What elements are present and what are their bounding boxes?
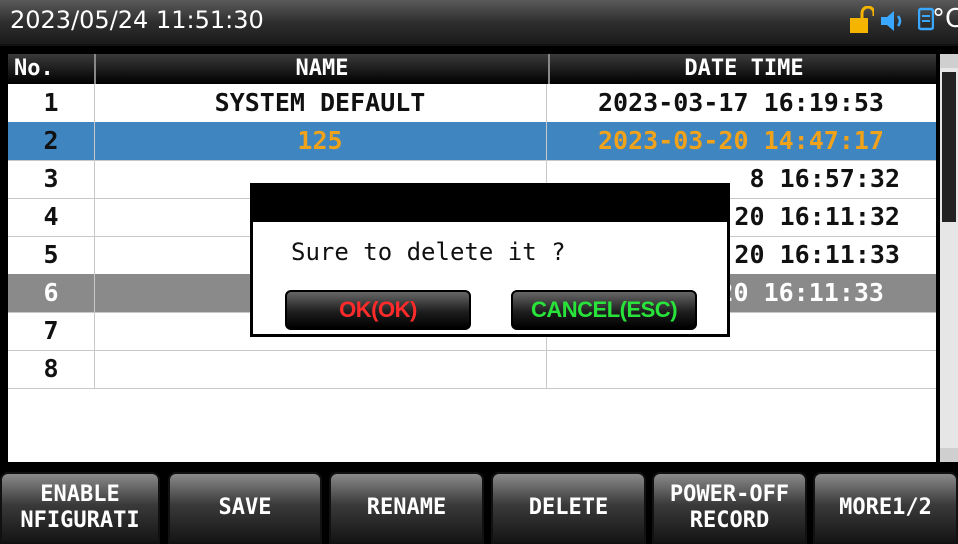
scroll-down-arrow-icon[interactable] <box>940 448 958 462</box>
row-number: 6 <box>8 274 95 312</box>
ok-button[interactable]: OK(OK) <box>285 290 471 330</box>
row-number: 2 <box>8 122 95 160</box>
table-row-selected[interactable]: 2 125 2023-03-20 14:47:17 <box>8 122 936 161</box>
dialog-message: Sure to delete it ? <box>291 238 566 266</box>
more-button[interactable]: MORE1/2 <box>813 472 958 544</box>
table-row[interactable]: 1 SYSTEM DEFAULT 2023-03-17 16:19:53 <box>8 84 936 123</box>
row-number: 4 <box>8 198 95 236</box>
row-datetime: 2023-03-17 16:19:53 <box>598 88 884 117</box>
enable-configuration-button[interactable]: ENABLE NFIGURATI <box>0 472 160 544</box>
row-number: 8 <box>8 350 95 388</box>
function-bar: ENABLE NFIGURATI SAVE RENAME DELETE POWE… <box>0 468 958 544</box>
temperature-unit: °C <box>932 4 958 34</box>
status-bar: 2023/05/24 11:51:30 °C <box>0 0 958 46</box>
column-header-name: NAME <box>94 54 548 84</box>
row-datetime: 2023-03-20 14:47:17 <box>598 126 884 155</box>
row-number: 1 <box>8 84 95 122</box>
button-label: POWER-OFF RECORD <box>669 482 790 533</box>
power-off-record-button[interactable]: POWER-OFF RECORD <box>652 472 807 544</box>
cancel-button[interactable]: CANCEL(ESC) <box>511 290 697 330</box>
button-label: RENAME <box>366 495 447 520</box>
delete-button[interactable]: DELETE <box>491 472 646 544</box>
save-button[interactable]: SAVE <box>168 472 322 544</box>
delete-confirm-dialog: Sure to delete it ? OK(OK) CANCEL(ESC) <box>250 183 730 337</box>
speaker-icon[interactable] <box>878 6 908 40</box>
scroll-up-arrow-icon[interactable] <box>940 54 958 68</box>
button-label: MORE1/2 <box>839 495 932 520</box>
column-header-date: DATE TIME <box>548 54 938 84</box>
row-number: 5 <box>8 236 95 274</box>
table-row[interactable]: 8 <box>8 350 936 389</box>
column-header-no: No. <box>14 56 54 81</box>
row-number: 7 <box>8 312 95 350</box>
rename-button[interactable]: RENAME <box>329 472 484 544</box>
table-header: No. NAME DATE TIME <box>8 54 936 84</box>
row-name <box>94 350 547 388</box>
row-datetime <box>546 350 936 388</box>
button-label: ENABLE NFIGURATI <box>20 482 140 533</box>
lock-open-icon[interactable] <box>848 5 876 40</box>
row-name: SYSTEM DEFAULT <box>94 84 547 122</box>
table-scrollbar[interactable] <box>940 54 958 462</box>
row-number: 3 <box>8 160 95 198</box>
dialog-titlebar <box>253 186 727 222</box>
row-name: 125 <box>94 122 547 160</box>
datetime-display: 2023/05/24 11:51:30 <box>10 6 264 34</box>
button-label: DELETE <box>528 495 609 520</box>
button-label: SAVE <box>218 495 272 520</box>
scrollbar-thumb[interactable] <box>942 72 956 222</box>
